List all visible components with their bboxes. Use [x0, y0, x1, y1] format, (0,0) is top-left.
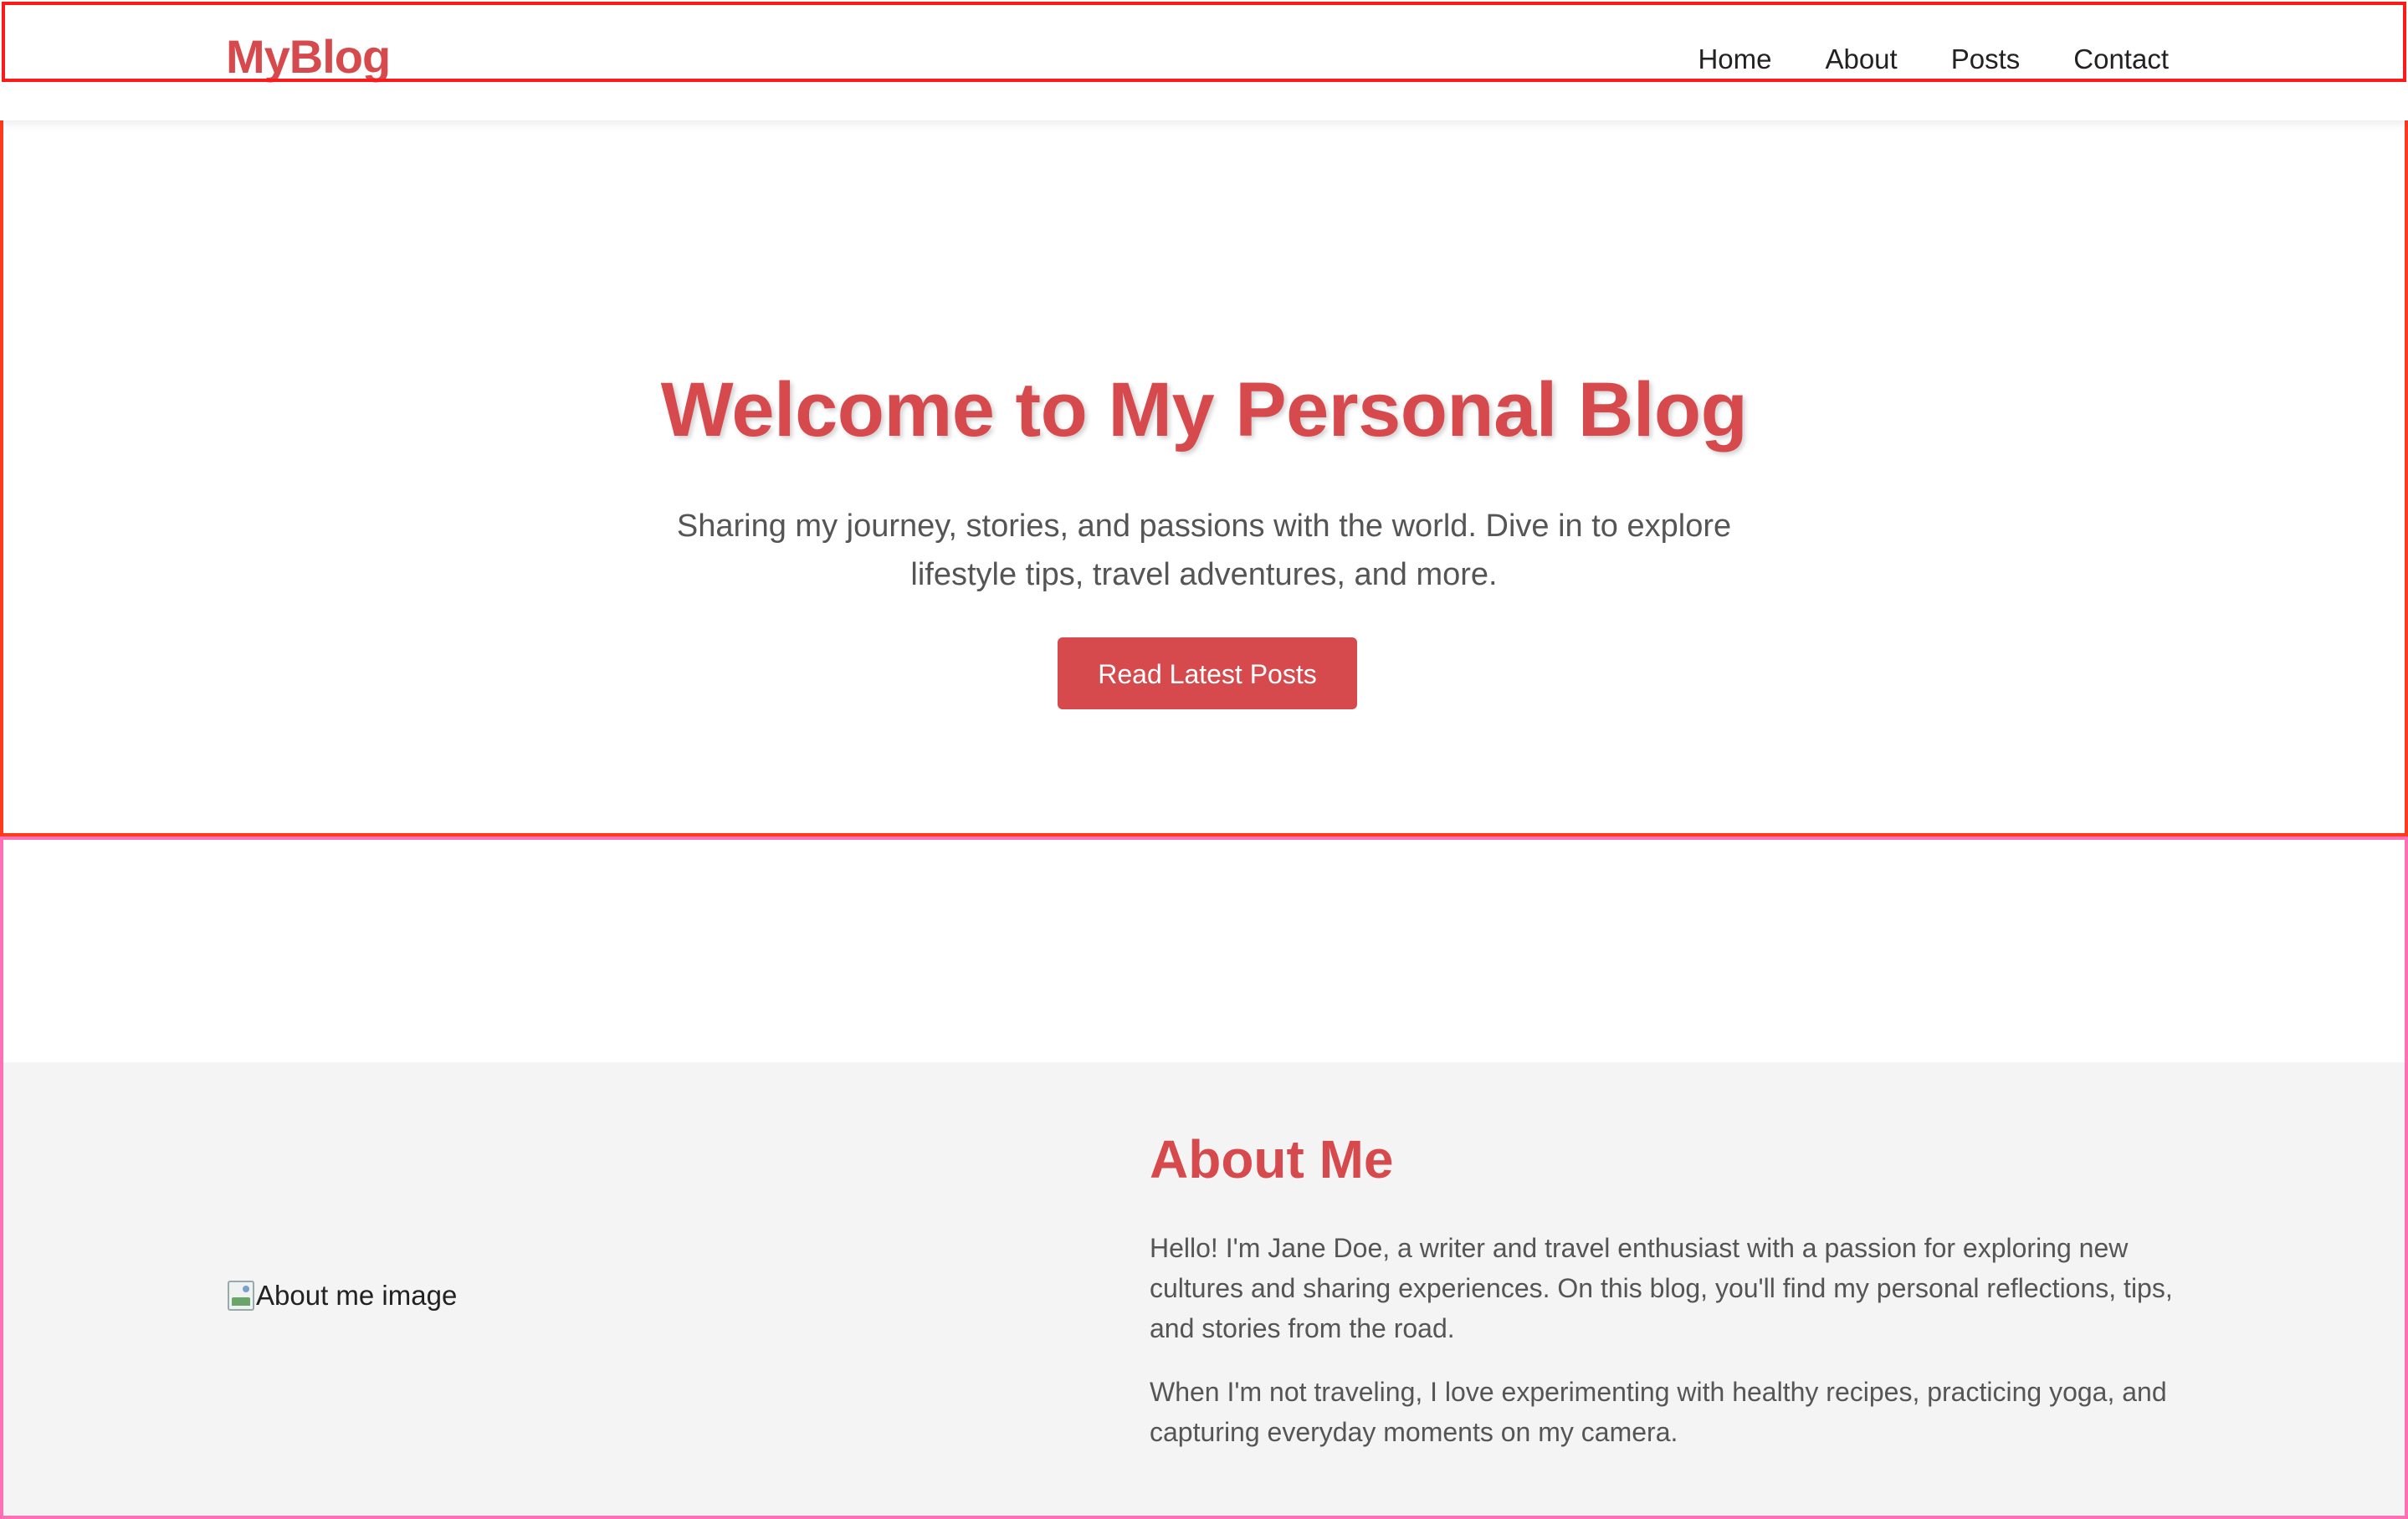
about-paragraph-2: When I'm not traveling, I love experimen… — [1150, 1377, 2167, 1447]
hero-title: Welcome to My Personal Blog — [660, 367, 1748, 453]
about-section-wrapper: About me image About Me Hello! I'm Jane … — [0, 836, 2408, 1519]
nav-link-home[interactable]: Home — [1698, 45, 1771, 73]
about-text-column: About Me Hello! I'm Jane Doe, a writer a… — [1150, 1133, 2195, 1452]
about-section: About me image About Me Hello! I'm Jane … — [3, 1062, 2405, 1516]
hero-section: Welcome to My Personal Blog Sharing my j… — [0, 84, 2408, 836]
about-title: About Me — [1150, 1129, 1394, 1189]
hero-subtitle: Sharing my journey, stories, and passion… — [676, 509, 1732, 592]
nav-link-contact[interactable]: Contact — [2073, 45, 2169, 73]
main-nav: Home About Posts Contact — [1698, 45, 2169, 73]
nav-link-about[interactable]: About — [1825, 45, 1897, 73]
broken-image-icon — [228, 1281, 254, 1311]
about-image-broken: About me image — [228, 1280, 457, 1312]
site-logo[interactable]: MyBlog — [226, 33, 391, 80]
nav-link-posts[interactable]: Posts — [1951, 45, 2021, 73]
about-paragraph-1: Hello! I'm Jane Doe, a writer and travel… — [1150, 1233, 2173, 1343]
about-image-alt-text: About me image — [256, 1280, 458, 1311]
read-latest-posts-button[interactable]: Read Latest Posts — [1058, 637, 1357, 709]
site-header: MyBlog Home About Posts Contact — [0, 0, 2408, 120]
